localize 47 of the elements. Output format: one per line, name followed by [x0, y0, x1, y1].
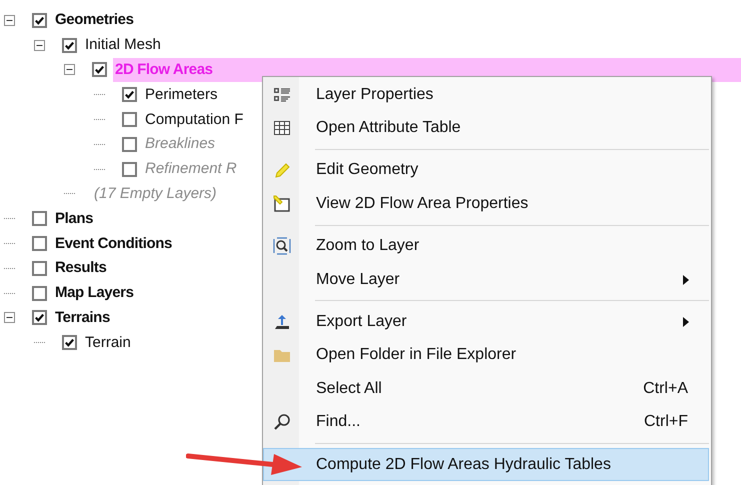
empty-layers-note: (17 Empty Layers) — [93, 184, 218, 204]
list-icon — [273, 86, 291, 104]
tree-item-label[interactable]: Perimeters — [143, 84, 220, 106]
menu-item[interactable]: View 2D Flow Area Properties — [263, 187, 709, 221]
menu-item[interactable]: Open Folder in File Explorer — [263, 338, 709, 372]
menu-item[interactable]: Edit Geometry — [263, 154, 709, 188]
menu-item[interactable]: Select All Ctrl+A — [263, 372, 709, 406]
pencil-window-icon — [273, 194, 291, 213]
checkbox[interactable] — [32, 286, 47, 301]
checkbox[interactable] — [32, 12, 47, 28]
collapse-icon[interactable] — [4, 312, 15, 324]
tree-item-label[interactable]: Results — [53, 257, 108, 280]
search-icon — [273, 413, 291, 432]
table-icon — [273, 119, 291, 138]
checkbox[interactable] — [122, 87, 137, 102]
checkbox[interactable] — [62, 335, 77, 350]
tree-item-label[interactable]: Computation F — [143, 108, 246, 131]
checkbox[interactable] — [62, 38, 77, 53]
collapse-icon[interactable] — [34, 40, 45, 51]
collapse-icon[interactable] — [64, 64, 75, 76]
menu-item[interactable]: Find... Ctrl+F — [263, 406, 709, 439]
collapse-icon[interactable] — [4, 14, 15, 26]
checkbox[interactable] — [32, 211, 47, 226]
shortcut-label: Ctrl+A — [643, 380, 688, 398]
export-icon — [273, 313, 291, 332]
tree-item-label[interactable]: Terrain — [83, 332, 133, 354]
zoom-icon — [273, 237, 291, 256]
tree-item-label[interactable]: Map Layers — [53, 282, 136, 304]
tree-item-label[interactable]: Plans — [53, 208, 96, 230]
menu-item[interactable]: Zoom to Layer — [263, 230, 709, 263]
checkbox[interactable] — [122, 112, 137, 128]
checkbox[interactable] — [92, 62, 107, 78]
menu-item[interactable]: Compute 2D Flow Areas Hydraulic Tables — [263, 448, 709, 482]
tree-item-label[interactable]: Event Conditions — [53, 232, 174, 255]
menu-item[interactable]: Export Layer — [263, 305, 709, 339]
tree-item-label[interactable]: Geometries — [53, 9, 136, 32]
tree-item-label[interactable]: Terrains — [53, 306, 112, 329]
pencil-icon — [273, 161, 291, 180]
shortcut-label: Ctrl+F — [644, 413, 688, 432]
checkbox[interactable] — [32, 310, 47, 326]
checkbox[interactable] — [122, 162, 137, 177]
checkbox[interactable] — [32, 236, 47, 252]
checkbox[interactable] — [122, 136, 137, 152]
tree-item-label[interactable]: Initial Mesh — [83, 34, 163, 56]
checkbox[interactable] — [32, 260, 47, 276]
menu-item[interactable]: Open Attribute Table — [263, 111, 709, 145]
menu-item[interactable]: Move Layer — [263, 262, 709, 296]
